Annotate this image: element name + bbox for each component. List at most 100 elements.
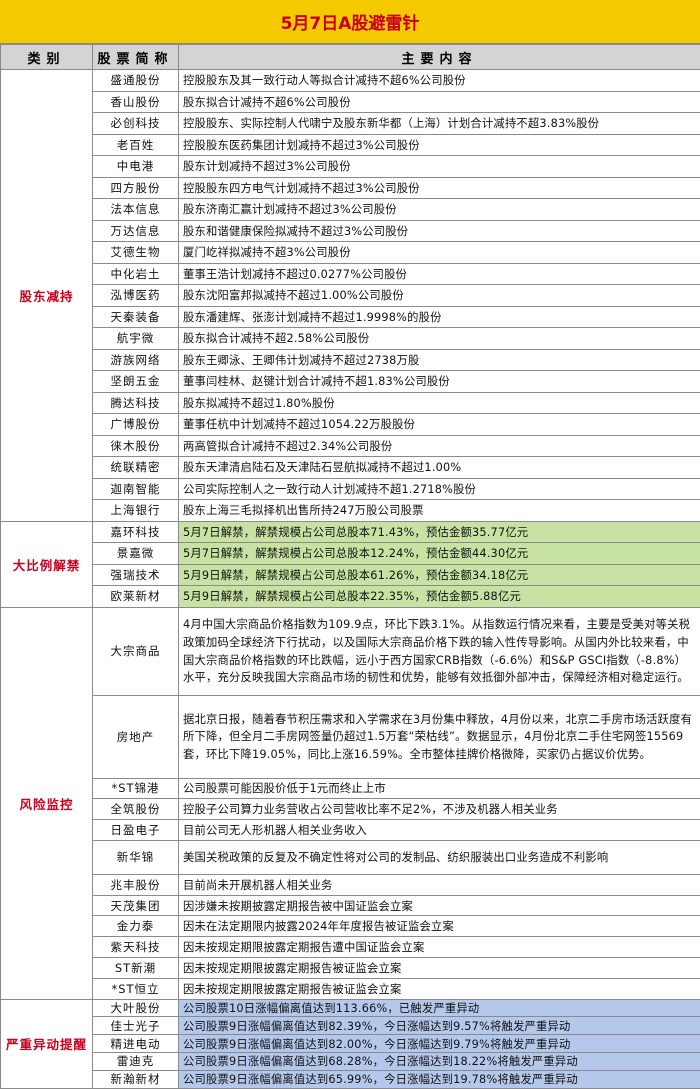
table-row: 泓博医药股东沈阳富邦拟减持不超过1.00%公司股份 — [1, 285, 700, 307]
table-row: 统联精密股东天津清启陆石及天津陆石昱航拟减持不超过1.00% — [1, 457, 700, 479]
header-category: 类别 — [1, 45, 93, 70]
stock-name: 盛通股份 — [93, 70, 179, 92]
stock-name: 强瑞技术 — [93, 564, 179, 586]
stock-name: 游族网络 — [93, 349, 179, 371]
alert-table: 类别 股票简称 主要内容 股东减持盛通股份控股股东及其一致行动人等拟合计减持不超… — [0, 44, 700, 1089]
table-row: 欧莱新材5月9日解禁，解禁规模占公司总股本22.35%，预估金额5.88亿元 — [1, 586, 700, 608]
row-content: 控股股东及其一致行动人等拟合计减持不超6%公司股份 — [179, 70, 700, 92]
table-row: 万达信息股东和谐健康保险拟减持不超过3%公司股份 — [1, 220, 700, 242]
table-row: 游族网络股东王卿泳、王卿伟计划减持不超过2738万股 — [1, 349, 700, 371]
table-row: 航宇微股东拟合计减持不超2.58%公司股份 — [1, 328, 700, 350]
table-row: 精进电动公司股票9日涨幅偏离值达到82.00%，今日涨幅达到9.79%将触发严重… — [1, 1035, 700, 1053]
row-content: 因未按规定期限披露定期报告被证监会立案 — [179, 978, 700, 999]
row-content: 控股股东医药集团计划减持不超过3%公司股份 — [179, 134, 700, 156]
stock-name: 佳士光子 — [93, 1017, 179, 1035]
table-row: 迦南智能公司实际控制人之一致行动人计划减持不超1.2718%股份 — [1, 478, 700, 500]
stock-name: 景嘉微 — [93, 543, 179, 565]
table-row: 股东减持盛通股份控股股东及其一致行动人等拟合计减持不超6%公司股份 — [1, 70, 700, 92]
stock-name: 老百姓 — [93, 134, 179, 156]
table-row: 紫天科技因未按规定期限披露定期报告遭中国证监会立案 — [1, 937, 700, 958]
header-row: 类别 股票简称 主要内容 — [1, 45, 700, 70]
table-row: 四方股份控股股东四方电气计划减持不超过3%公司股份 — [1, 177, 700, 199]
table-row: *ST锦港公司股票可能因股价低于1元而终止上市 — [1, 778, 700, 799]
row-content: 股东计划减持不超过3%公司股份 — [179, 156, 700, 178]
stock-name: 中电港 — [93, 156, 179, 178]
row-content: 5月9日解禁，解禁规模占公司总股本22.35%，预估金额5.88亿元 — [179, 586, 700, 608]
row-content: 公司股票9日涨幅偏离值达到68.28%，今日涨幅达到18.22%将触发严重异动 — [179, 1053, 700, 1071]
table-row: 大比例解禁嘉环科技5月7日解禁，解禁规模占公司总股本71.43%，预估金额35.… — [1, 521, 700, 543]
row-content: 5月9日解禁，解禁规模占公司总股本61.26%，预估金额34.18亿元 — [179, 564, 700, 586]
section-risk-monitor-label: 风险监控 — [1, 607, 93, 999]
table-row: 金力泰因未在法定期限内披露2024年年度报告被证监会立案 — [1, 916, 700, 937]
row-content: 因涉嫌未按期披露定期报告被中国证监会立案 — [179, 895, 700, 916]
stock-name: 天茂集团 — [93, 895, 179, 916]
table-row: 景嘉微5月7日解禁，解禁规模占公司总股本12.24%，预估金额44.30亿元 — [1, 543, 700, 565]
stock-name: 中化岩土 — [93, 263, 179, 285]
table-row: 强瑞技术5月9日解禁，解禁规模占公司总股本61.26%，预估金额34.18亿元 — [1, 564, 700, 586]
stock-name: 统联精密 — [93, 457, 179, 479]
table-row: 天茂集团因涉嫌未按期披露定期报告被中国证监会立案 — [1, 895, 700, 916]
table-row: 中电港股东计划减持不超过3%公司股份 — [1, 156, 700, 178]
header-stock: 股票简称 — [93, 45, 179, 70]
page-title: 5月7日A股避雷针 — [0, 0, 700, 44]
stock-name: *ST恒立 — [93, 978, 179, 999]
row-content: 股东王卿泳、王卿伟计划减持不超过2738万股 — [179, 349, 700, 371]
stock-name: 天秦装备 — [93, 306, 179, 328]
stock-name: 法本信息 — [93, 199, 179, 221]
stock-name: 嘉环科技 — [93, 521, 179, 543]
row-content: 两高管拟合计减持不超过2.34%公司股份 — [179, 435, 700, 457]
row-content: 公司股票9日涨幅偏离值达到65.99%，今日涨幅达到19.78%将触发严重异动 — [179, 1070, 700, 1088]
row-content: 董事闫桂林、赵键计划合计减持不超1.83%公司股份 — [179, 371, 700, 393]
stock-name: 迦南智能 — [93, 478, 179, 500]
table-row: 广博股份董事任杭中计划减持不超过1054.22万股股份 — [1, 414, 700, 436]
stock-name: 艾德生物 — [93, 242, 179, 264]
table-row: 腾达科技股东拟减持不超过1.80%股份 — [1, 392, 700, 414]
stock-name: 腾达科技 — [93, 392, 179, 414]
table-row: 中化岩土董事王浩计划减持不超过0.0277%公司股份 — [1, 263, 700, 285]
table-row: 法本信息股东济南汇赢计划减持不超过3%公司股份 — [1, 199, 700, 221]
stock-name: 四方股份 — [93, 177, 179, 199]
stock-name: *ST锦港 — [93, 778, 179, 799]
row-content: 公司股票9日涨幅偏离值达到82.00%，今日涨幅达到9.79%将触发严重异动 — [179, 1035, 700, 1053]
table-row: 雷迪克公司股票9日涨幅偏离值达到68.28%，今日涨幅达到18.22%将触发严重… — [1, 1053, 700, 1071]
stock-name: 金力泰 — [93, 916, 179, 937]
stock-name: 徕木股份 — [93, 435, 179, 457]
table-row: 佳士光子公司股票9日涨幅偏离值达到82.39%，今日涨幅达到9.57%将触发严重… — [1, 1017, 700, 1035]
stock-name: 精进电动 — [93, 1035, 179, 1053]
row-content: 股东拟合计减持不超2.58%公司股份 — [179, 328, 700, 350]
row-content: 厦门屹祥拟减持不超3%公司股份 — [179, 242, 700, 264]
row-content: 董事王浩计划减持不超过0.0277%公司股份 — [179, 263, 700, 285]
stock-name: 房地产 — [93, 695, 179, 778]
row-content: 股东上海三毛拟择机出售所持247万股公司股票 — [179, 500, 700, 522]
stock-name: 大宗商品 — [93, 607, 179, 695]
row-content: 因未按规定期限披露定期报告遭中国证监会立案 — [179, 937, 700, 958]
stock-name: 广博股份 — [93, 414, 179, 436]
table-row: 上海银行股东上海三毛拟择机出售所持247万股公司股票 — [1, 500, 700, 522]
row-content: 股东和谐健康保险拟减持不超过3%公司股份 — [179, 220, 700, 242]
table-row: 新瀚新材公司股票9日涨幅偏离值达到65.99%，今日涨幅达到19.78%将触发严… — [1, 1070, 700, 1088]
table-row: 徕木股份两高管拟合计减持不超过2.34%公司股份 — [1, 435, 700, 457]
stock-name: ST新潮 — [93, 958, 179, 979]
table-row: 风险监控大宗商品4月中国大宗商品价格指数为109.9点，环比下跌3.1%。从指数… — [1, 607, 700, 695]
table-row: 坚朗五金董事闫桂林、赵键计划合计减持不超1.83%公司股份 — [1, 371, 700, 393]
row-content: 董事任杭中计划减持不超过1054.22万股股份 — [179, 414, 700, 436]
table-row: 香山股份股东拟合计减持不超6%公司股份 — [1, 91, 700, 113]
table-row: ST新潮因未按规定期限披露定期报告被证监会立案 — [1, 958, 700, 979]
table-row: 老百姓控股股东医药集团计划减持不超过3%公司股份 — [1, 134, 700, 156]
row-content: 股东济南汇赢计划减持不超过3%公司股份 — [179, 199, 700, 221]
stock-name: 紫天科技 — [93, 937, 179, 958]
stock-name: 欧莱新材 — [93, 586, 179, 608]
stock-name: 新瀚新材 — [93, 1070, 179, 1088]
row-content: 公司股票9日涨幅偏离值达到82.39%，今日涨幅达到9.57%将触发严重异动 — [179, 1017, 700, 1035]
row-content: 公司股票10日涨幅偏离值达到113.66%，已触发严重异动 — [179, 999, 700, 1017]
table-row: 严重异动提醒大叶股份公司股票10日涨幅偏离值达到113.66%，已触发严重异动 — [1, 999, 700, 1017]
table-row: 新华锦美国关税政策的反复及不确定性将对公司的发制品、纺织服装出口业务造成不利影响 — [1, 840, 700, 874]
row-content: 控股股东四方电气计划减持不超过3%公司股份 — [179, 177, 700, 199]
stock-name: 泓博医药 — [93, 285, 179, 307]
row-content: 5月7日解禁，解禁规模占公司总股本71.43%，预估金额35.77亿元 — [179, 521, 700, 543]
table-row: 必创科技控股股东、实际控制人代啸宁及股东新华都（上海）计划合计减持不超3.83%… — [1, 113, 700, 135]
stock-name: 大叶股份 — [93, 999, 179, 1017]
header-content: 主要内容 — [179, 45, 700, 70]
stock-name: 全筑股份 — [93, 799, 179, 820]
table-row: 艾德生物厦门屹祥拟减持不超3%公司股份 — [1, 242, 700, 264]
